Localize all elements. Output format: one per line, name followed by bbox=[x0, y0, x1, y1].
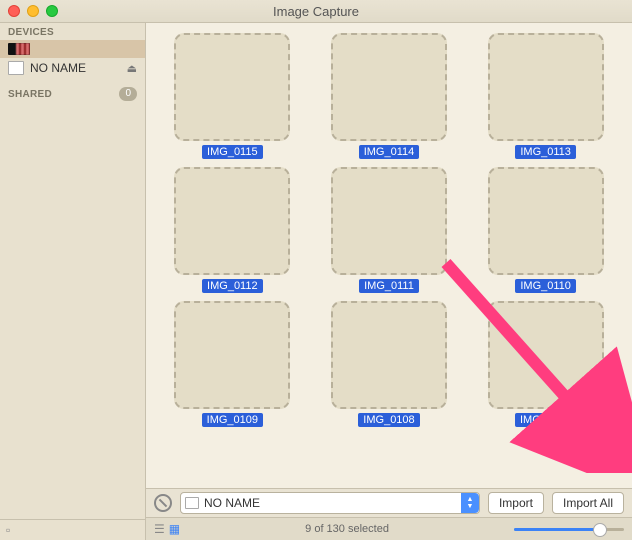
minimize-icon[interactable] bbox=[27, 5, 39, 17]
no-delete-icon[interactable] bbox=[154, 494, 172, 512]
thumbnail-filename: IMG_0112 bbox=[202, 279, 263, 293]
thumbnail-filename: IMG_0108 bbox=[358, 413, 419, 427]
thumbnail-filename: IMG_0115 bbox=[202, 145, 263, 159]
window-title: Image Capture bbox=[8, 4, 624, 19]
image-placeholder-icon bbox=[488, 167, 604, 275]
status-bar: ☰ ▦ 9 of 130 selected bbox=[146, 517, 632, 540]
selection-status: 9 of 130 selected bbox=[180, 523, 514, 535]
thumbnail-size-slider[interactable] bbox=[514, 528, 624, 531]
thumbnail-cell[interactable]: IMG_0111 bbox=[317, 167, 462, 293]
thumbnail-filename: IMG_0107 bbox=[515, 413, 576, 427]
thumbnail-filename: IMG_0109 bbox=[202, 413, 263, 427]
destination-select[interactable]: NO NAME ▲▼ bbox=[180, 492, 480, 514]
thumbnail-cell[interactable]: IMG_0115 bbox=[160, 33, 305, 159]
thumbnail-cell[interactable]: IMG_0110 bbox=[473, 167, 618, 293]
import-all-button[interactable]: Import All bbox=[552, 492, 624, 514]
close-icon[interactable] bbox=[8, 5, 20, 17]
list-view-icon[interactable]: ☰ bbox=[154, 522, 165, 536]
sd-card-icon bbox=[185, 497, 199, 509]
thumbnail-grid-area: IMG_0115 IMG_0114 IMG_0113 IMG_0112 IMG_0111… bbox=[146, 23, 632, 488]
image-placeholder-icon bbox=[331, 301, 447, 409]
app-window: Image Capture DEVICES NO NAME ⏏ SHARED 0… bbox=[0, 0, 632, 540]
image-placeholder-icon bbox=[488, 301, 604, 409]
thumbnail-cell[interactable]: IMG_0113 bbox=[473, 33, 618, 159]
sidebar-item-label: NO NAME bbox=[30, 61, 121, 75]
phone-icon bbox=[8, 43, 30, 55]
thumbnail-cell[interactable]: IMG_0109 bbox=[160, 301, 305, 427]
thumbnail-filename: IMG_0110 bbox=[515, 279, 576, 293]
image-placeholder-icon bbox=[174, 33, 290, 141]
thumbnail-filename: IMG_0113 bbox=[515, 145, 576, 159]
image-placeholder-icon bbox=[174, 167, 290, 275]
chevron-up-down-icon: ▲▼ bbox=[461, 493, 479, 513]
image-placeholder-icon bbox=[331, 33, 447, 141]
thumbnail-cell[interactable]: IMG_0112 bbox=[160, 167, 305, 293]
slider-knob[interactable] bbox=[593, 523, 607, 537]
import-button[interactable]: Import bbox=[488, 492, 544, 514]
zoom-icon[interactable] bbox=[46, 5, 58, 17]
thumbnail-cell[interactable]: IMG_0114 bbox=[317, 33, 462, 159]
image-placeholder-icon bbox=[174, 301, 290, 409]
thumbnail-cell[interactable]: IMG_0108 bbox=[317, 301, 462, 427]
sidebar-item-shared[interactable]: SHARED 0 bbox=[0, 84, 145, 104]
eject-icon[interactable]: ⏏ bbox=[127, 62, 137, 75]
sidebar-devices-header: DEVICES bbox=[0, 23, 145, 40]
image-placeholder-icon bbox=[331, 167, 447, 275]
sidebar-toggle[interactable]: ▫ bbox=[0, 519, 145, 540]
destination-label: NO NAME bbox=[204, 496, 260, 510]
grid-view-icon[interactable]: ▦ bbox=[169, 522, 180, 536]
sidebar-item-device-phone[interactable] bbox=[0, 40, 145, 58]
import-toolbar: NO NAME ▲▼ Import Import All bbox=[146, 488, 632, 517]
image-placeholder-icon bbox=[488, 33, 604, 141]
sidebar-shared-header: SHARED bbox=[8, 89, 113, 100]
titlebar: Image Capture bbox=[0, 0, 632, 23]
sd-card-icon bbox=[8, 61, 24, 75]
panel-toggle-icon: ▫ bbox=[6, 523, 10, 537]
sidebar-item-device-sd[interactable]: NO NAME ⏏ bbox=[0, 58, 145, 78]
sidebar: DEVICES NO NAME ⏏ SHARED 0 ▫ bbox=[0, 23, 146, 540]
thumbnail-filename: IMG_0111 bbox=[359, 279, 419, 293]
thumbnail-filename: IMG_0114 bbox=[359, 145, 420, 159]
shared-count-badge: 0 bbox=[119, 87, 137, 101]
thumbnail-cell[interactable]: IMG_0107 bbox=[473, 301, 618, 427]
